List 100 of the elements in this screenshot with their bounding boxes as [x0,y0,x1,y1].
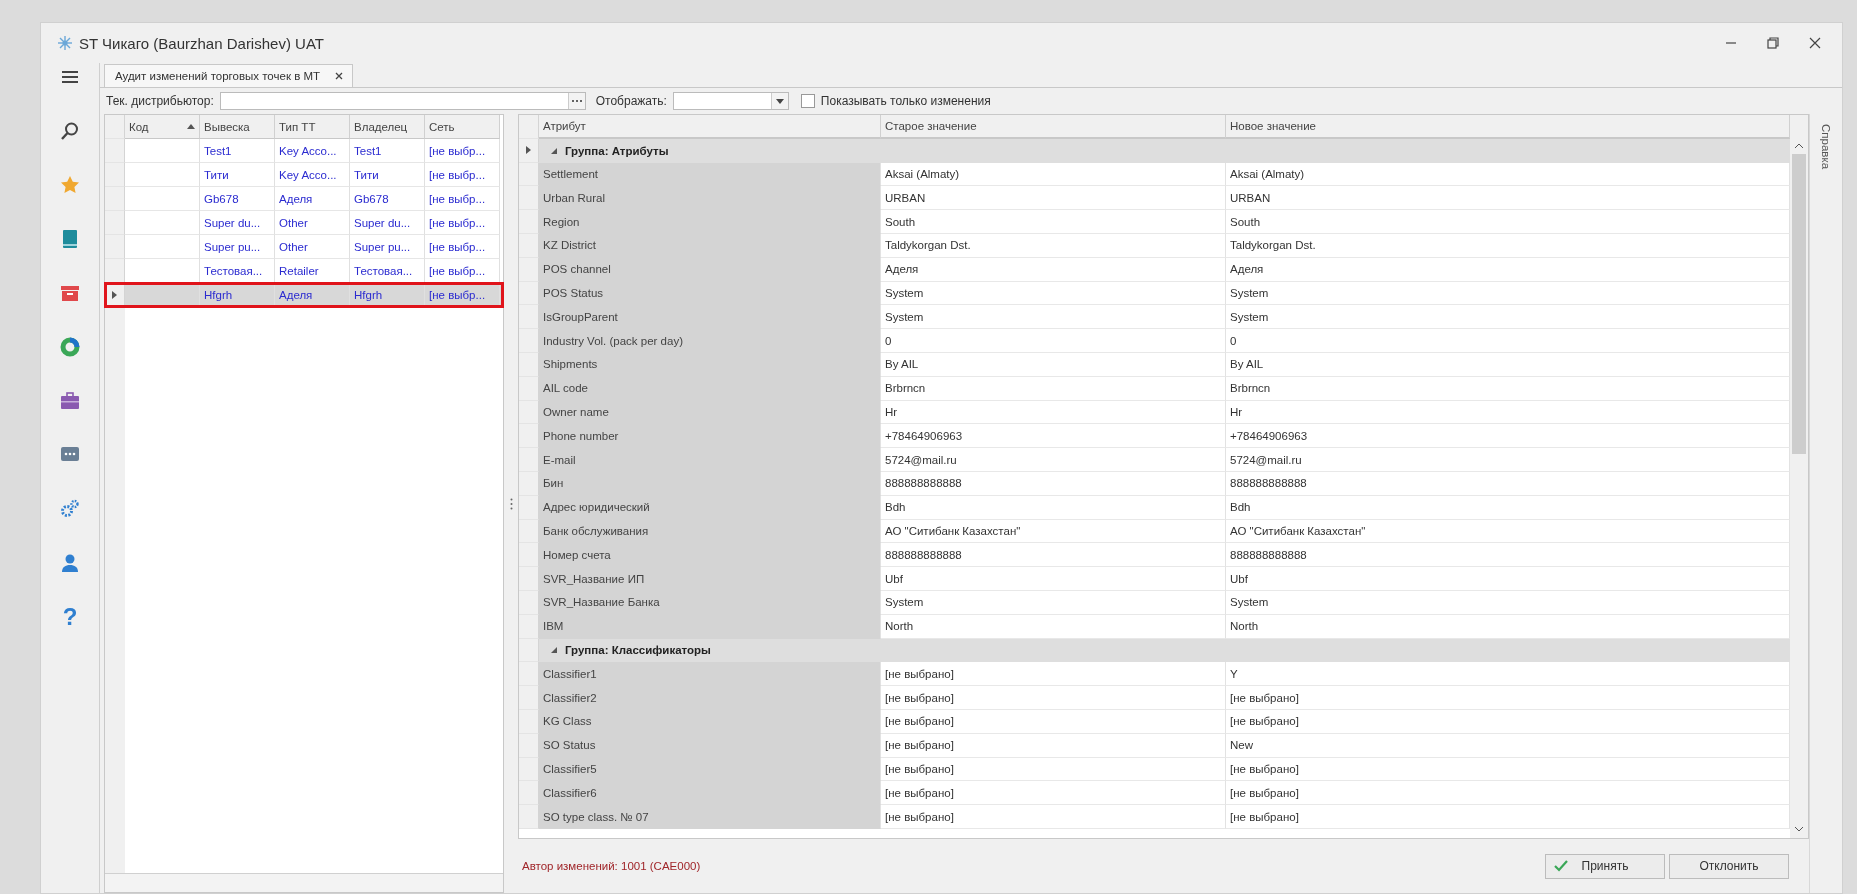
column-header[interactable]: Старое значение [881,115,1226,139]
row-indicator-cell[interactable] [519,519,539,544]
column-header[interactable]: Тип ТТ [275,115,350,139]
column-header[interactable]: Код [125,115,200,139]
table-row[interactable]: Super du... Other Super du... [не выбр... [105,211,503,235]
row-indicator-cell[interactable] [105,283,125,307]
row-indicator-cell[interactable] [105,163,125,187]
dots-icon [570,99,583,103]
row-indicator-cell[interactable] [519,733,539,758]
table-row[interactable]: Super pu... Other Super pu... [не выбр... [105,235,503,259]
row-indicator-cell[interactable] [519,543,539,568]
row-indicator-cell[interactable] [519,138,539,163]
row-indicator-cell[interactable] [519,614,539,639]
archive-box-icon[interactable] [60,283,80,303]
side-panel-tab[interactable]: Справка [1820,124,1832,170]
row-indicator-cell[interactable] [519,305,539,330]
gears-icon[interactable] [60,499,80,519]
row-indicator-cell[interactable] [519,448,539,472]
attribute-cell: Classifier2 [539,686,881,710]
new-value-cell: [не выбрано] [1226,709,1790,734]
briefcase-icon[interactable] [60,391,80,411]
checkbox[interactable] [800,94,815,108]
close-icon[interactable] [334,71,345,81]
old-value-cell: АО "Ситибанк Казахстан" [881,519,1226,544]
table-row[interactable]: Test1 Key Acco... Test1 [не выбр... [105,139,503,163]
row-indicator-cell[interactable] [519,257,539,282]
star-icon[interactable] [60,175,80,195]
person-icon[interactable] [60,553,80,573]
row-indicator-cell[interactable] [519,400,539,425]
row-indicator-cell[interactable] [519,281,539,306]
distributor-field[interactable] [219,92,586,110]
splitter-grip-icon[interactable] [509,497,513,510]
row-indicator-cell[interactable] [519,757,539,782]
attribute-cell: POS channel [539,257,881,282]
row-indicator-cell[interactable] [105,235,125,259]
distributor-label: Тек. дистрибьютор: [106,94,214,108]
row-indicator-cell[interactable] [519,709,539,734]
accept-button[interactable]: Принять [1545,853,1665,879]
row-indicator-cell[interactable] [519,638,539,663]
help-icon[interactable]: ? [62,607,78,627]
row-indicator-cell[interactable] [519,234,539,258]
table-cell: Super pu... [200,235,275,259]
attribute-cell: Classifier1 [539,662,881,687]
old-value-cell: North [881,614,1226,639]
table-cell: [не выбр... [425,211,500,235]
row-indicator-cell[interactable] [519,686,539,710]
row-indicator-cell[interactable] [519,210,539,234]
column-header[interactable]: Владелец [350,115,425,139]
display-dropdown[interactable] [672,92,789,110]
old-value-cell: Aksai (Almaty) [881,162,1226,187]
row-indicator-cell[interactable] [519,376,539,401]
row-indicator-cell[interactable] [519,805,539,829]
column-header[interactable]: Атрибут [539,115,881,139]
book-icon[interactable] [60,229,80,249]
row-indicator-cell[interactable] [105,187,125,211]
row-indicator-cell[interactable] [519,162,539,187]
row-indicator-cell[interactable] [519,471,539,496]
attribute-cell: E-mail [539,448,881,472]
row-indicator-cell[interactable] [519,495,539,520]
document-tab[interactable]: Аудит изменений торговых точек в МТ [104,64,354,87]
chevron-down-icon[interactable] [1795,827,1803,832]
scrollbar[interactable] [1790,115,1808,838]
expanded-triangle-icon[interactable] [551,647,557,654]
new-value-cell: [не выбрано] [1226,757,1790,782]
table-row[interactable]: Gb678 Аделя Gb678 [не выбр... [105,187,503,211]
row-indicator-cell[interactable] [519,424,539,449]
new-value-cell: 5724@mail.ru [1226,448,1790,472]
new-value-cell: 888888888888 [1226,471,1790,496]
row-indicator-cell[interactable] [519,567,539,591]
column-header[interactable]: Вывеска [200,115,275,139]
row-indicator-cell[interactable] [519,186,539,211]
close-icon[interactable] [1808,36,1822,50]
row-indicator-cell[interactable] [519,781,539,806]
row-indicator-cell[interactable] [519,590,539,615]
attribute-cell: POS Status [539,281,881,306]
new-value-cell: 888888888888 [1226,543,1790,568]
table-row[interactable]: Тити Key Acco... Тити [не выбр... [105,163,503,187]
reject-button[interactable]: Отклонить [1669,853,1789,879]
row-indicator-cell[interactable] [519,329,539,353]
column-header[interactable]: Новое значение [1226,115,1790,139]
search-icon[interactable] [60,121,80,141]
row-indicator-cell[interactable] [519,662,539,687]
new-value-cell: Hr [1226,400,1790,425]
table-cell: Gb678 [200,187,275,211]
window-title: ST Чикаго (Baurzhan Darishev) UAT [79,34,324,52]
ellipsis-button[interactable] [567,93,585,109]
row-indicator-cell[interactable] [105,139,125,163]
expanded-triangle-icon[interactable] [551,147,557,154]
chevron-up-icon[interactable] [1795,143,1803,148]
table-cell: Аделя [275,187,350,211]
table-row[interactable]: Hfgrh Аделя Hfgrh [не выбр... [105,283,503,307]
column-header[interactable]: Сеть [425,115,500,139]
row-indicator-cell[interactable] [105,211,125,235]
row-indicator-cell[interactable] [105,259,125,283]
new-value-cell: [не выбрано] [1226,805,1790,829]
ring-chart-icon[interactable] [60,337,80,357]
table-cell: Hfgrh [350,283,425,307]
restore-icon[interactable] [1766,36,1780,50]
row-indicator-cell[interactable] [519,352,539,377]
new-value-cell: [не выбрано] [1226,686,1790,710]
